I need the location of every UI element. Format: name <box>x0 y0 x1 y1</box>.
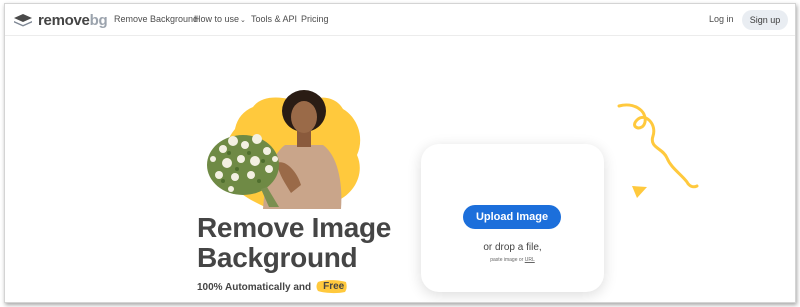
hero-image <box>205 89 370 209</box>
nav-how-to-use-label: How to use <box>194 14 240 24</box>
signup-button[interactable]: Sign up <box>742 10 788 30</box>
hero-subtitle: 100% Automatically and Free <box>197 280 351 294</box>
upload-image-button[interactable]: Upload Image <box>463 205 561 229</box>
paste-hint-prefix: paste image or <box>490 257 524 263</box>
paste-url-link[interactable]: URL <box>525 257 535 263</box>
free-badge-label: Free <box>323 281 345 292</box>
hero-subtitle-text: 100% Automatically and <box>197 281 312 293</box>
nav-remove-background[interactable]: Remove Background <box>114 14 198 24</box>
hero-title: Remove Image Background <box>197 213 427 273</box>
drop-file-text: or drop a file, <box>483 242 542 253</box>
brand-name: removebg <box>38 11 108 29</box>
free-badge: Free <box>316 280 351 294</box>
triangle-decoration <box>632 186 647 198</box>
brand-logo[interactable]: removebg <box>13 11 108 29</box>
hero-title-line2: Background <box>197 242 358 273</box>
paste-hint: paste image or URL <box>421 257 604 263</box>
hero-title-line1: Remove Image <box>197 212 392 243</box>
nav-pricing[interactable]: Pricing <box>301 14 329 24</box>
chevron-down-icon: ⌄ <box>240 17 246 24</box>
nav-how-to-use[interactable]: How to use⌄ <box>194 14 246 24</box>
squiggle-decoration <box>617 103 699 189</box>
upload-card[interactable]: Upload Image or drop a file, paste image… <box>421 144 604 292</box>
stacked-layers-icon <box>14 14 32 27</box>
login-link[interactable]: Log in <box>709 14 734 24</box>
browser-frame: removebg Remove Background How to use⌄ T… <box>4 3 796 303</box>
top-nav: removebg Remove Background How to use⌄ T… <box>5 4 795 36</box>
nav-tools-api[interactable]: Tools & API <box>251 14 297 24</box>
